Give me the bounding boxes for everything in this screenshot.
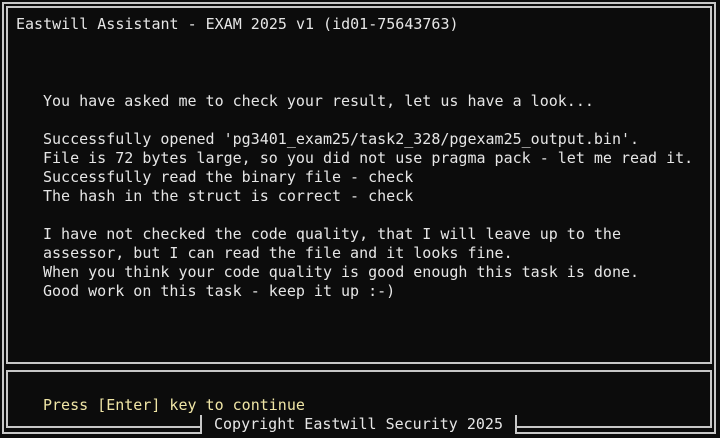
message-line: The hash in the struct is correct - chec…: [43, 187, 414, 205]
copyright-label: Copyright Eastwill Security 2025: [200, 415, 517, 434]
continue-prompt[interactable]: Press [Enter] key to continue: [43, 396, 305, 415]
message-line: Successfully read the binary file - chec…: [43, 168, 414, 186]
message-line: I have not checked the code quality, tha…: [43, 225, 621, 243]
message-line: You have asked me to check your result, …: [43, 92, 594, 110]
message-line: assessor, but I can read the file and it…: [43, 244, 513, 262]
window-title: Eastwill Assistant - EXAM 2025 v1 (id01-…: [16, 15, 459, 33]
message-line: File is 72 bytes large, so you did not u…: [43, 149, 694, 167]
message-line: When you think your code quality is good…: [43, 263, 640, 281]
message-line: Successfully opened 'pg3401_exam25/task2…: [43, 130, 640, 148]
message-line: Good work on this task - keep it up :-): [43, 282, 396, 300]
